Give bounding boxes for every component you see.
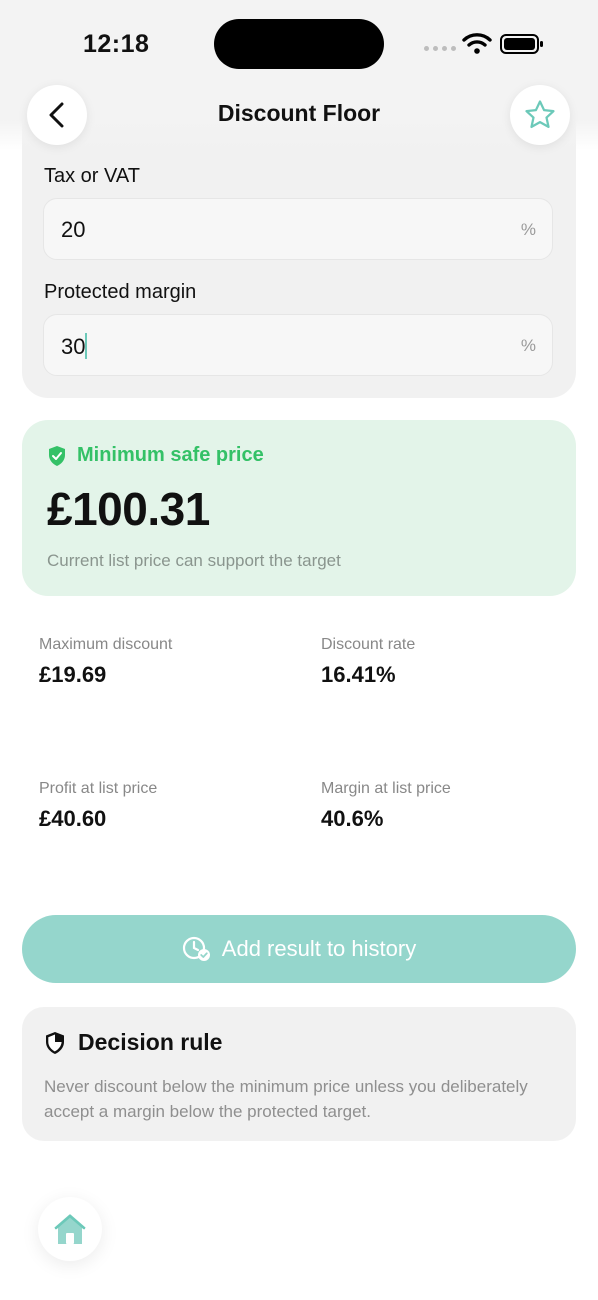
add-to-history-button[interactable]: Add result to history	[22, 915, 576, 983]
minimum-price-value: £100.31	[47, 483, 210, 535]
page-title: Discount Floor	[217, 100, 381, 126]
text-caret	[85, 333, 88, 359]
favorite-button[interactable]	[510, 85, 570, 145]
stat-value: £40.60	[39, 806, 107, 831]
shield-check-icon	[49, 445, 65, 466]
result-card: Minimum safe price £100.31 Current list …	[22, 420, 576, 596]
wifi-icon	[462, 33, 492, 54]
stat-margin-at-list: Margin at list price 40.6%	[321, 780, 451, 832]
status-time: 12:18	[83, 30, 150, 58]
stat-value: £19.69	[39, 662, 107, 687]
stat-label: Maximum discount	[39, 636, 173, 653]
decision-header: Decision rule	[44, 1029, 222, 1056]
margin-value: 30	[61, 334, 86, 359]
tax-input[interactable]: 20 %	[43, 198, 553, 260]
app-screen: Discount Floor 12:18 Tax or VAT 20 % Pro…	[0, 0, 598, 1300]
result-subtitle: Current list price can support the targe…	[47, 551, 341, 570]
tax-label: Tax or VAT	[44, 165, 140, 187]
tax-unit: %	[520, 220, 536, 239]
home-icon	[54, 1214, 86, 1244]
inputs-card: Tax or VAT 20 % Protected margin 30 %	[22, 120, 576, 398]
stat-maximum-discount: Maximum discount £19.69	[39, 636, 172, 688]
add-to-history-label: Add result to history	[221, 936, 417, 961]
history-check-icon	[182, 936, 210, 961]
decision-title: Decision rule	[78, 1029, 223, 1055]
home-button[interactable]	[38, 1197, 102, 1261]
margin-value-wrap: 30	[61, 333, 88, 360]
battery-icon	[500, 34, 543, 54]
margin-input[interactable]: 30 %	[43, 314, 553, 376]
status-bar: 12:18	[0, 0, 598, 90]
decision-text: Never discount below the minimum price u…	[44, 1077, 528, 1121]
shield-icon	[46, 1031, 64, 1054]
tax-value: 20	[61, 217, 86, 242]
stat-label: Discount rate	[321, 636, 416, 653]
dynamic-island	[214, 19, 384, 69]
result-header: Minimum safe price	[47, 444, 264, 467]
result-title: Minimum safe price	[77, 444, 264, 466]
star-icon	[525, 100, 555, 129]
margin-label: Protected margin	[44, 281, 197, 303]
margin-unit: %	[520, 336, 536, 355]
cellular-signal-icon	[424, 46, 456, 51]
stat-discount-rate: Discount rate 16.41%	[321, 636, 415, 688]
decision-rule-card: Decision rule Never discount below the m…	[22, 1007, 576, 1141]
stat-value: 40.6%	[321, 806, 384, 831]
stat-profit-at-list: Profit at list price £40.60	[39, 780, 157, 832]
stat-label: Profit at list price	[39, 780, 158, 797]
stat-value: 16.41%	[321, 662, 396, 687]
stat-label: Margin at list price	[321, 780, 451, 797]
